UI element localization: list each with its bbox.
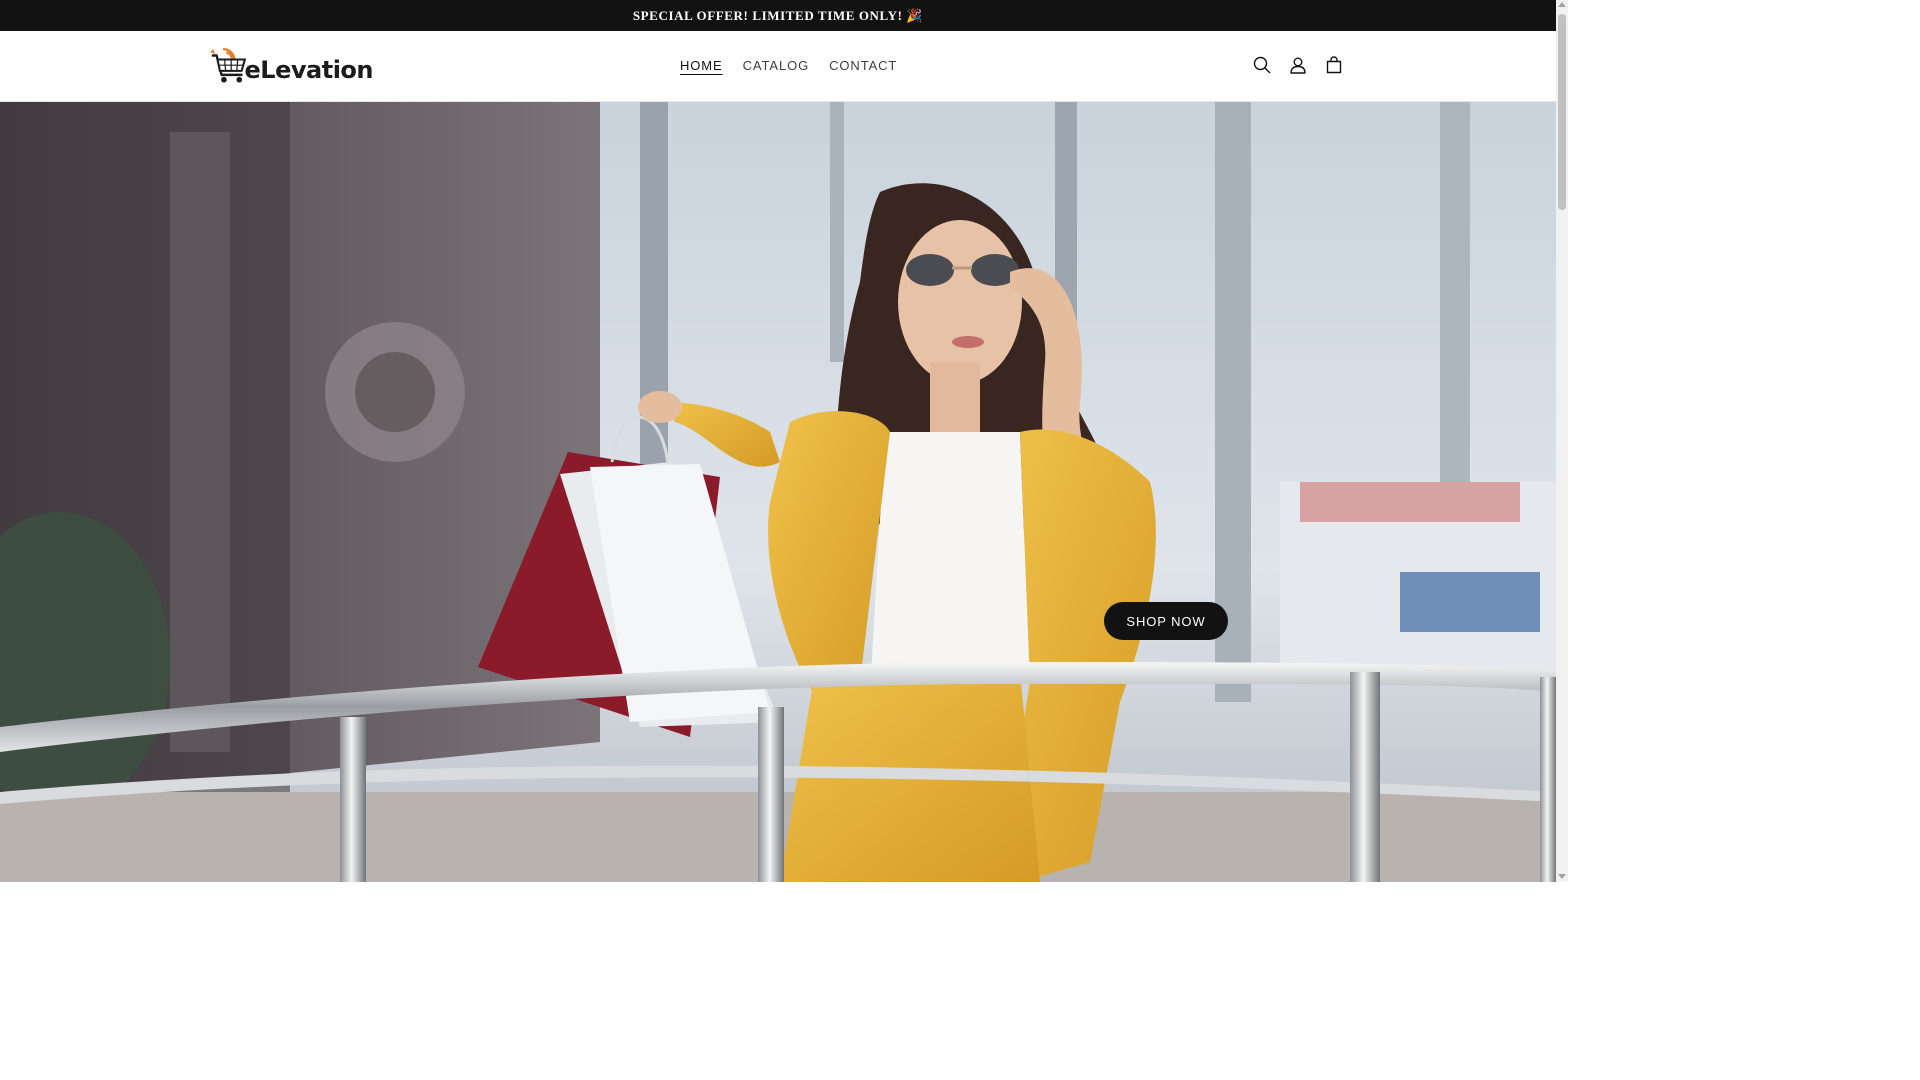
- hero-banner: SHOP NOW: [0, 102, 1556, 882]
- cart-button[interactable]: [1316, 47, 1352, 83]
- site-logo[interactable]: eLevation: [207, 39, 374, 93]
- hero-image: [0, 102, 1556, 882]
- main-nav: HOME CATALOG CONTACT: [670, 31, 907, 100]
- scroll-down-arrow-icon[interactable]: [1558, 874, 1566, 879]
- page-scrollbar[interactable]: [1556, 0, 1568, 882]
- announcement-bar: SPECIAL OFFER! LIMITED TIME ONLY! 🎉: [0, 0, 1556, 31]
- search-icon: [1253, 56, 1271, 74]
- search-button[interactable]: [1244, 47, 1280, 83]
- nav-item-contact[interactable]: CONTACT: [819, 58, 907, 73]
- logo-text: eLevation: [244, 56, 374, 84]
- scrollbar-thumb[interactable]: [1558, 14, 1566, 210]
- scroll-up-arrow-icon[interactable]: [1558, 2, 1566, 7]
- nav-item-home[interactable]: HOME: [670, 58, 733, 73]
- header-icons: [1244, 47, 1352, 83]
- cart-icon: [1326, 56, 1342, 74]
- shop-now-button[interactable]: SHOP NOW: [1104, 602, 1228, 640]
- site-header: eLevation HOME CATALOG CONTACT: [0, 31, 1556, 102]
- nav-item-catalog[interactable]: CATALOG: [733, 58, 820, 73]
- announcement-text: SPECIAL OFFER! LIMITED TIME ONLY! 🎉: [632, 7, 924, 23]
- account-icon: [1290, 57, 1306, 74]
- account-button[interactable]: [1280, 47, 1316, 83]
